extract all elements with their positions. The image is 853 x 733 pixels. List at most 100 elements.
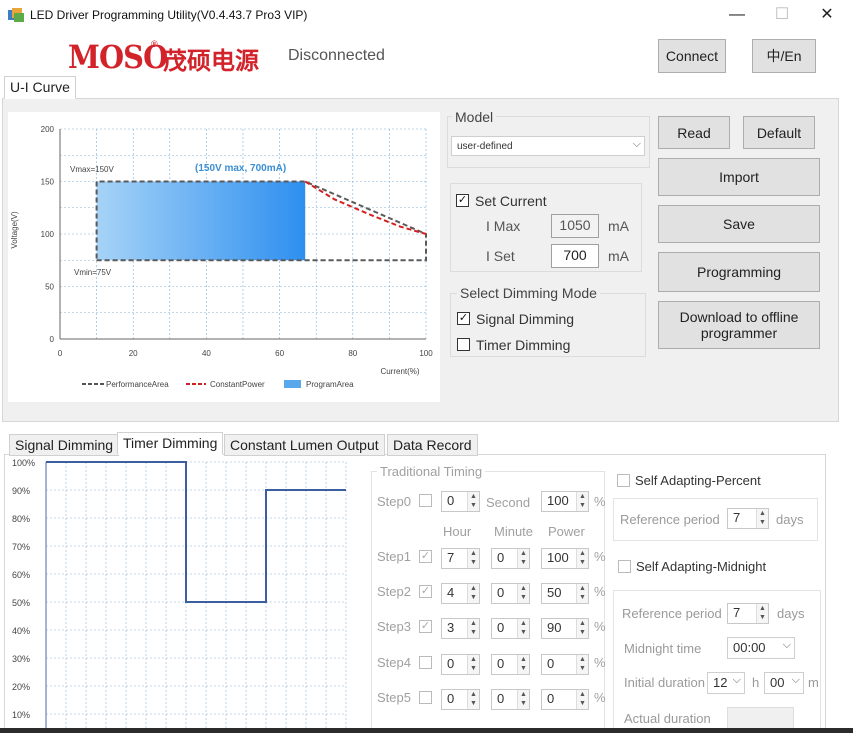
step-percent: % [594,690,606,705]
tab-data-record[interactable]: Data Record [387,434,478,456]
step-minute-spinner[interactable]: 0 ▲ ▼ [491,654,530,675]
spinner-arrows-icon[interactable]: ▲ ▼ [467,690,479,709]
step-hour-spinner[interactable]: 0 ▲ ▼ [441,689,480,710]
imax-field[interactable]: 1050 [551,214,599,238]
step-minute-spinner-value: 0 [497,691,505,706]
step-checkbox[interactable]: ✓ [419,620,432,633]
step0-label: Step0 [377,494,411,509]
step0-checkbox[interactable] [419,494,432,507]
spinner-arrows-icon[interactable]: ▲ ▼ [517,619,529,638]
step-minute-spinner[interactable]: 0 ▲ ▼ [491,583,530,604]
iset-field[interactable]: 700 [551,244,599,268]
spinner-arrows-icon[interactable]: ▲ ▼ [467,584,479,603]
step-percent: % [594,549,606,564]
programming-button[interactable]: Programming [658,252,820,292]
step-power-spinner[interactable]: 0 ▲ ▼ [541,654,589,675]
step-power-spinner[interactable]: 50 ▲ ▼ [541,583,589,604]
step-checkbox[interactable]: ✓ [419,585,432,598]
step-power-spinner[interactable]: 90 ▲ ▼ [541,618,589,639]
language-button[interactable]: 中/En [752,39,816,73]
iset-label: I Set [486,248,515,264]
maximize-button[interactable]: ☐ [759,0,805,32]
step-checkbox[interactable]: ✓ [419,550,432,563]
step-checkbox[interactable] [419,691,432,704]
signal-dimming-checkbox[interactable]: ✓ [457,312,470,325]
spinner-arrows-icon[interactable]: ▲ ▼ [576,655,588,674]
step-label: Step1 [377,549,411,564]
spinner-arrows-icon[interactable]: ▲ ▼ [576,584,588,603]
download-offline-button[interactable]: Download to offline programmer [658,301,820,349]
minutes-unit: m [808,675,819,690]
spinner-arrows-icon[interactable]: ▲ ▼ [467,619,479,638]
timer-y-tick: 100% [12,458,35,468]
step-power-spinner-value: 0 [547,656,555,671]
default-button[interactable]: Default [743,116,815,149]
step-hour-spinner-value: 3 [447,620,455,635]
midnight-time-select[interactable]: 00:00 ⌵ [727,637,795,659]
percent-ref-spinner[interactable]: 7 ▲ ▼ [727,508,769,529]
timer-y-tick: 40% [12,626,30,636]
spinner-arrows-icon[interactable]: ▲ ▼ [467,655,479,674]
model-select[interactable]: user-defined ⌵ [451,136,645,156]
spinner-arrows-icon[interactable]: ▲ ▼ [576,619,588,638]
timer-y-tick: 70% [12,542,30,552]
close-button[interactable]: ✕ [804,0,850,32]
self-adapting-midnight-checkbox[interactable] [618,560,631,573]
x-tick-label: 80 [348,349,357,358]
spinner-arrows-icon[interactable]: ▲ ▼ [576,690,588,709]
y-tick-label: 100 [41,230,55,239]
spinner-arrows-icon[interactable]: ▲ ▼ [576,492,588,511]
step-hour-spinner[interactable]: 3 ▲ ▼ [441,618,480,639]
horizontal-scrollbar[interactable] [0,728,853,733]
y-tick-label: 0 [50,335,55,344]
timer-dimming-checkbox[interactable] [457,338,470,351]
logo-chinese-text: 茂硕电源 [163,48,259,75]
tab-timer-dimming[interactable]: Timer Dimming [117,432,224,455]
step-hour-spinner-value: 4 [447,585,455,600]
percent-ref-label: Reference period [620,512,720,527]
spinner-arrows-icon[interactable]: ▲ ▼ [576,549,588,568]
step-minute-spinner[interactable]: 0 ▲ ▼ [491,689,530,710]
step-power-spinner[interactable]: 0 ▲ ▼ [541,689,589,710]
initial-hours-select[interactable]: 12 ⌵ [707,672,745,694]
midnight-ref-spinner[interactable]: 7 ▲ ▼ [727,603,769,624]
self-adapting-percent-label: Self Adapting-Percent [635,473,761,488]
window-title: LED Driver Programming Utility(V0.4.43.7… [30,8,308,22]
vmax-label: Vmax=150V [70,165,114,174]
x-tick-label: 60 [275,349,284,358]
tab-ui-curve[interactable]: U-I Curve [4,76,76,99]
set-current-checkbox[interactable]: ✓ [456,194,469,207]
connect-button[interactable]: Connect [658,39,726,73]
step0-seconds-spinner[interactable]: 0 ▲ ▼ [441,491,480,512]
spinner-arrows-icon[interactable]: ▲ ▼ [517,690,529,709]
y-tick-label: 50 [45,283,54,292]
step-hour-spinner[interactable]: 4 ▲ ▼ [441,583,480,604]
save-button[interactable]: Save [658,205,820,243]
step0-power-spinner[interactable]: 100 ▲ ▼ [541,491,589,512]
spinner-arrows-icon[interactable]: ▲ ▼ [467,549,479,568]
spinner-arrows-icon[interactable]: ▲ ▼ [467,492,479,511]
import-button[interactable]: Import [658,158,820,196]
step-minute-spinner[interactable]: 0 ▲ ▼ [491,548,530,569]
step-checkbox[interactable] [419,656,432,669]
step-hour-spinner-value: 7 [447,550,455,565]
tab-constant-lumen[interactable]: Constant Lumen Output [224,434,385,456]
spinner-arrows-icon[interactable]: ▲ ▼ [517,549,529,568]
step0-power-spinner-value: 100 [547,493,569,508]
step-hour-spinner[interactable]: 0 ▲ ▼ [441,654,480,675]
step-minute-spinner[interactable]: 0 ▲ ▼ [491,618,530,639]
step-hour-spinner[interactable]: 7 ▲ ▼ [441,548,480,569]
timer-y-tick: 60% [12,570,30,580]
spinner-arrows-icon[interactable]: ▲ ▼ [517,655,529,674]
timer-power-line [46,461,346,603]
initial-minutes-select[interactable]: 00 ⌵ [764,672,804,694]
step-hour-spinner-value: 0 [447,691,455,706]
spinner-arrows-icon[interactable]: ▲ ▼ [517,584,529,603]
read-button[interactable]: Read [658,116,730,149]
step-power-spinner[interactable]: 100 ▲ ▼ [541,548,589,569]
self-adapting-percent-checkbox[interactable] [617,474,630,487]
tab-signal-dimming[interactable]: Signal Dimming [9,434,120,456]
minimize-button[interactable]: — [714,0,760,32]
step-power-spinner-value: 90 [547,620,562,635]
download-line2: programmer [700,325,778,341]
